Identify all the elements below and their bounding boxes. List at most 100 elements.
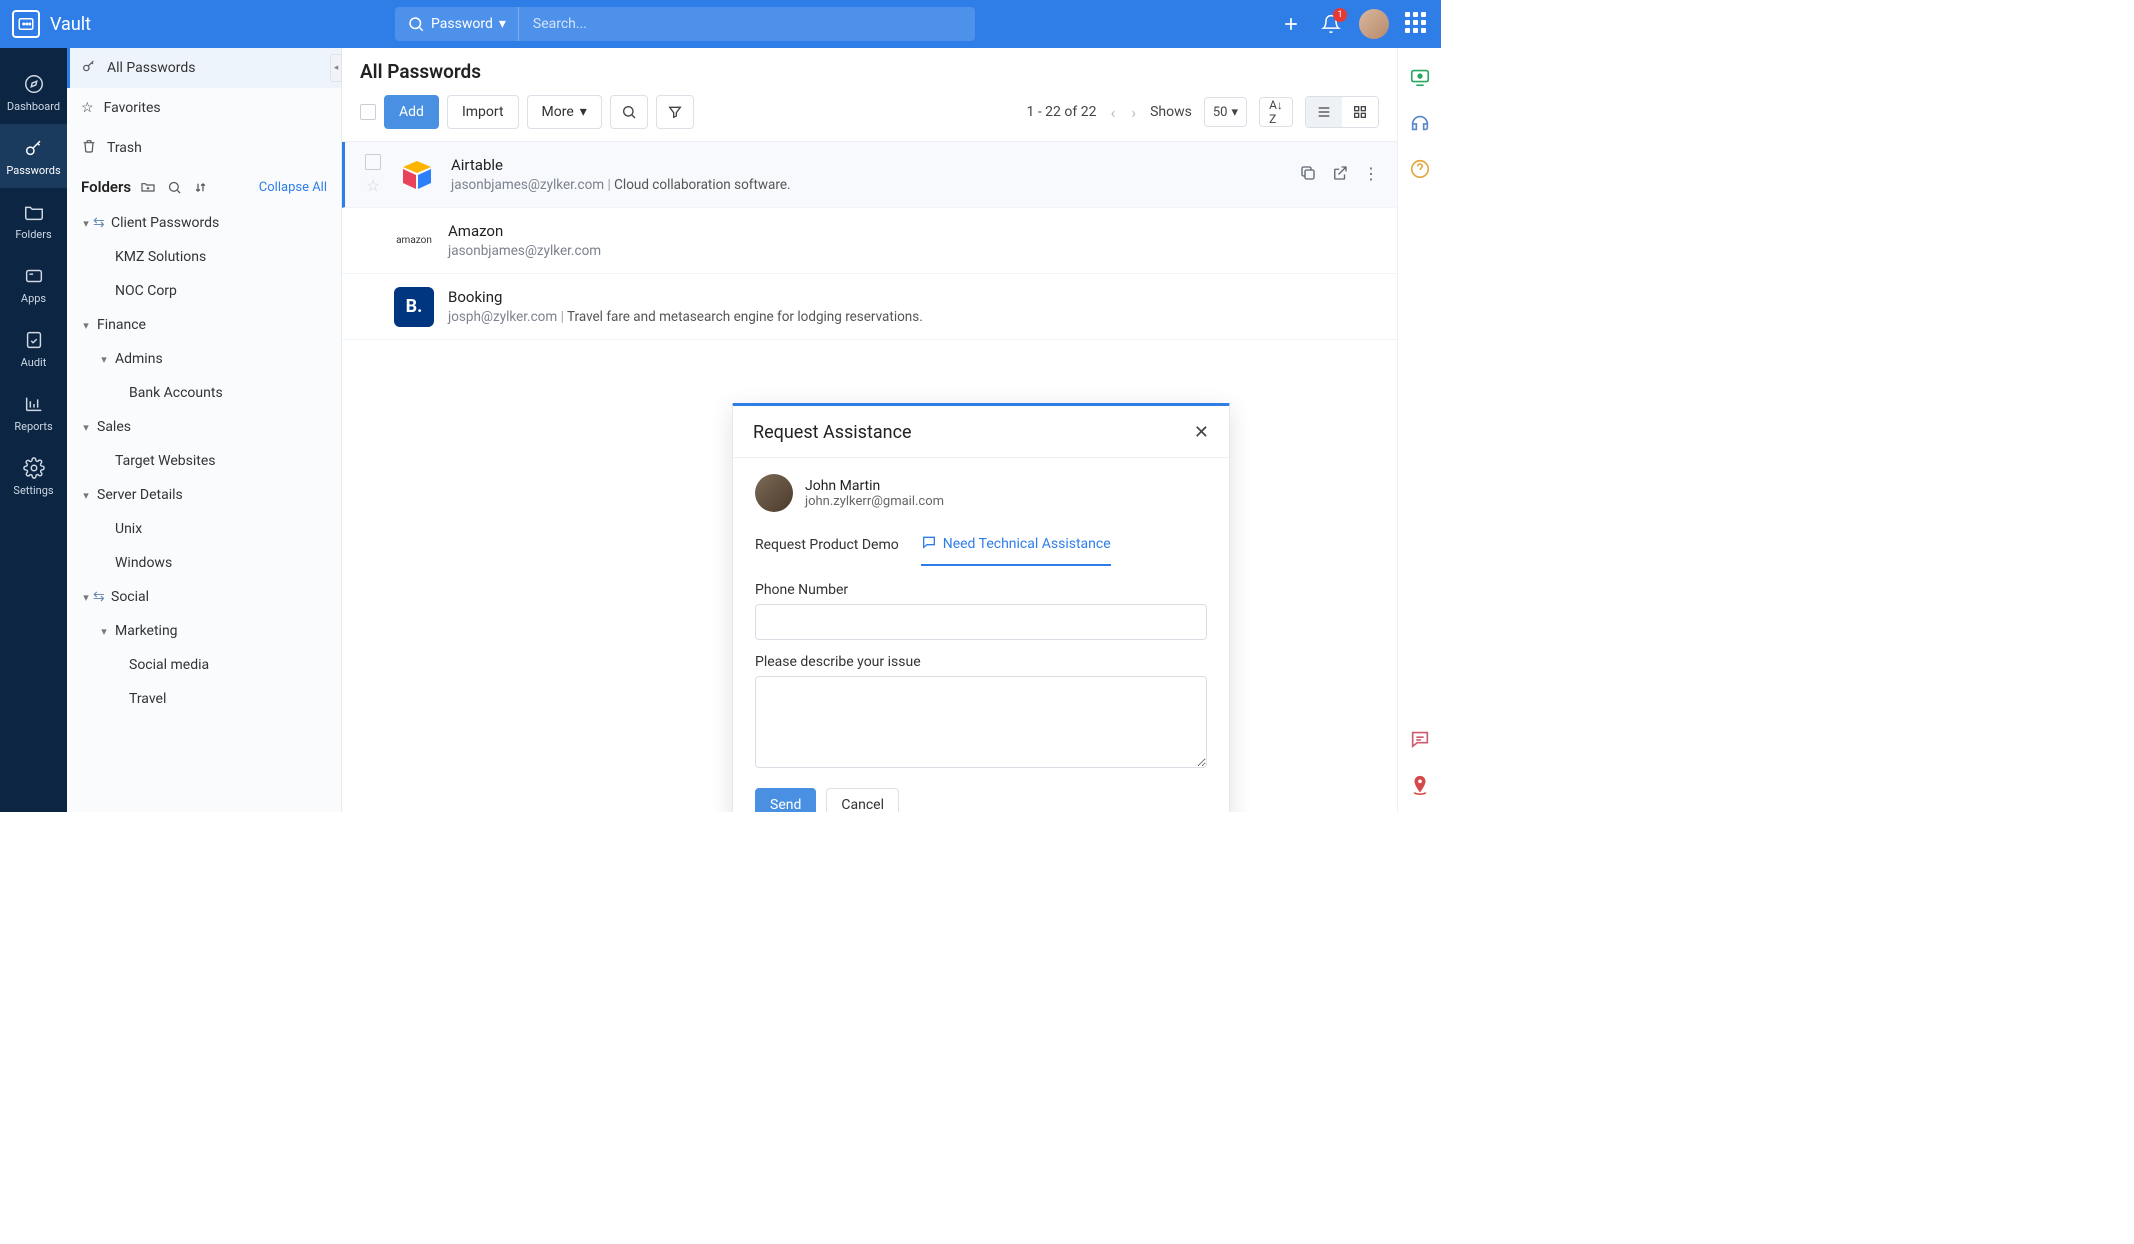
nav-settings[interactable]: Settings	[0, 444, 67, 508]
row-actions: ⋮	[1299, 164, 1379, 186]
row-title: Airtable	[451, 156, 1285, 174]
nav-reports[interactable]: Reports	[0, 380, 67, 444]
notifications-button[interactable]: 1	[1319, 12, 1343, 36]
trash-icon	[81, 138, 97, 158]
star-icon[interactable]: ☆	[366, 176, 380, 195]
app-icon-airtable	[397, 155, 437, 195]
search-input[interactable]	[519, 16, 975, 32]
search-folders-icon[interactable]	[165, 178, 183, 196]
chart-icon	[22, 392, 46, 416]
headset-icon[interactable]	[1407, 110, 1433, 136]
list-row[interactable]: ☆ B. Booking josph@zylker.com | Travel f…	[342, 274, 1397, 340]
nav-label: Reports	[14, 420, 52, 433]
open-icon[interactable]	[1331, 164, 1349, 186]
screen-share-icon[interactable]	[1407, 64, 1433, 90]
pager-prev[interactable]: ‹	[1108, 103, 1117, 122]
help-icon[interactable]	[1407, 156, 1433, 182]
location-icon[interactable]	[1407, 772, 1433, 798]
star-icon: ☆	[81, 100, 94, 116]
grid-view-button[interactable]	[1342, 97, 1378, 127]
folder-finance[interactable]: ▾Finance	[67, 308, 341, 342]
feedback-icon[interactable]	[1407, 726, 1433, 752]
search-list-button[interactable]	[610, 95, 648, 129]
app-icon-booking: B.	[394, 287, 434, 327]
folder-social-media[interactable]: Social media	[67, 648, 341, 682]
folder-social[interactable]: ▾⇆Social	[67, 580, 341, 614]
sort-folders-icon[interactable]	[191, 178, 209, 196]
copy-icon[interactable]	[1299, 164, 1317, 186]
tab-request-demo[interactable]: Request Product Demo	[755, 524, 899, 566]
issue-textarea[interactable]	[755, 676, 1207, 768]
sort-button[interactable]: A↓Z	[1259, 97, 1293, 127]
app-icon-amazon: amazon	[394, 221, 434, 261]
list-view-button[interactable]	[1306, 97, 1342, 127]
folder-windows[interactable]: Windows	[67, 546, 341, 580]
more-button[interactable]: More▾	[527, 95, 602, 129]
search-type-dropdown[interactable]: Password ▾	[395, 7, 519, 41]
tab-technical-assistance[interactable]: Need Technical Assistance	[921, 524, 1111, 566]
password-list: ☆ Airtable jasonbjames@zylker.com | Clou…	[342, 142, 1397, 340]
folder-server[interactable]: ▾Server Details	[67, 478, 341, 512]
folder-client-passwords[interactable]: ▾⇆Client Passwords	[67, 206, 341, 240]
folder-sales[interactable]: ▾Sales	[67, 410, 341, 444]
cancel-button[interactable]: Cancel	[826, 788, 899, 812]
nav-apps[interactable]: Apps	[0, 252, 67, 316]
folder-kmz[interactable]: KMZ Solutions	[67, 240, 341, 274]
folders-header: Folders Collapse All	[67, 168, 341, 204]
pager-next[interactable]: ›	[1129, 103, 1138, 122]
collapse-all-link[interactable]: Collapse All	[259, 180, 327, 195]
app-name: Vault	[50, 14, 91, 35]
nav-audit[interactable]: Audit	[0, 316, 67, 380]
nav-passwords[interactable]: Passwords	[0, 124, 67, 188]
more-icon[interactable]: ⋮	[1363, 164, 1379, 186]
chevron-down-icon: ▾	[97, 353, 111, 366]
sidebar-all-passwords[interactable]: All Passwords	[67, 48, 341, 88]
nav-dashboard[interactable]: Dashboard	[0, 60, 67, 124]
share-icon: ⇆	[93, 215, 107, 231]
list-row[interactable]: ☆ Airtable jasonbjames@zylker.com | Clou…	[342, 142, 1397, 208]
sidebar-trash[interactable]: Trash	[67, 128, 341, 168]
add-button[interactable]	[1279, 12, 1303, 36]
chevron-down-icon: ▾	[79, 217, 93, 230]
phone-input[interactable]	[755, 604, 1207, 640]
page-size-dropdown[interactable]: 50▾	[1204, 97, 1247, 127]
folder-target[interactable]: Target Websites	[67, 444, 341, 478]
import-button[interactable]: Import	[447, 95, 519, 129]
folder-unix[interactable]: Unix	[67, 512, 341, 546]
filter-icon	[667, 104, 683, 120]
sidebar-favorites[interactable]: ☆ Favorites	[67, 88, 341, 128]
row-checkbox[interactable]	[365, 154, 381, 170]
right-rail	[1397, 48, 1441, 812]
audit-icon	[22, 328, 46, 352]
app-switcher-icon[interactable]	[1405, 12, 1429, 36]
filter-button[interactable]	[656, 95, 694, 129]
notification-badge: 1	[1333, 8, 1347, 22]
new-folder-icon[interactable]	[139, 178, 157, 196]
nav-label: Apps	[21, 292, 46, 305]
nav-label: Audit	[21, 356, 47, 369]
app-logo	[12, 10, 40, 38]
nav-label: Dashboard	[7, 100, 60, 113]
folder-admins[interactable]: ▾Admins	[67, 342, 341, 376]
folder-tree: ▾⇆Client Passwords KMZ Solutions NOC Cor…	[67, 204, 341, 728]
folder-marketing[interactable]: ▾Marketing	[67, 614, 341, 648]
add-button[interactable]: Add	[384, 95, 439, 129]
user-avatar[interactable]	[1359, 9, 1389, 39]
select-all-checkbox[interactable]	[360, 104, 376, 120]
nav-label: Settings	[13, 484, 53, 497]
modal-title: Request Assistance	[753, 422, 912, 443]
topbar-right: 1	[1279, 9, 1429, 39]
row-title: Booking	[448, 288, 1379, 306]
sidebar-item-label: All Passwords	[107, 60, 195, 76]
nav-folders[interactable]: Folders	[0, 188, 67, 252]
folder-bank[interactable]: Bank Accounts	[67, 376, 341, 410]
folder-noc[interactable]: NOC Corp	[67, 274, 341, 308]
send-button[interactable]: Send	[755, 788, 816, 812]
sidebar-collapse-handle[interactable]: ◂	[330, 54, 342, 82]
modal-tabs: Request Product Demo Need Technical Assi…	[733, 524, 1229, 566]
list-row[interactable]: ☆ amazon Amazon jasonbjames@zylker.com	[342, 208, 1397, 274]
chevron-down-icon: ▾	[79, 591, 93, 604]
modal-user-name: John Martin	[805, 478, 944, 494]
close-icon[interactable]: ✕	[1194, 422, 1209, 443]
folder-travel[interactable]: Travel	[67, 682, 341, 716]
